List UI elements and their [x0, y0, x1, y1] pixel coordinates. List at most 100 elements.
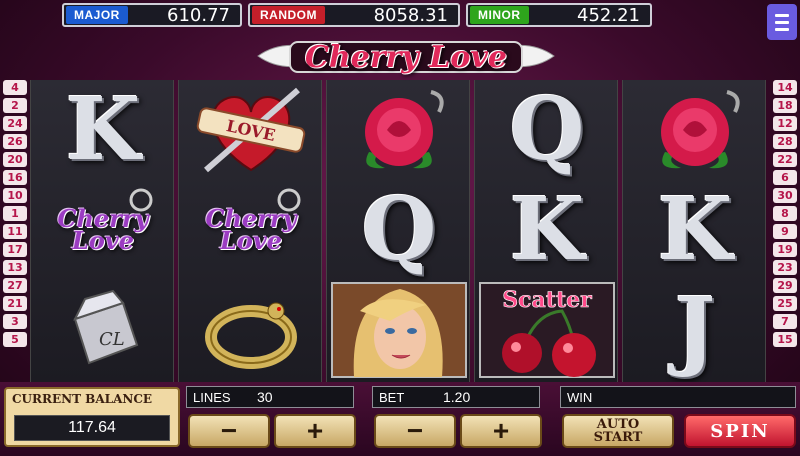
- symbol-j: J: [623, 280, 767, 380]
- reel-2: LOVE Cherry Love: [178, 80, 322, 382]
- card-letter: J: [674, 279, 716, 380]
- logo-text: Cherry Love: [305, 39, 507, 75]
- line-marker[interactable]: 3: [3, 314, 27, 329]
- line-marker[interactable]: 11: [3, 224, 27, 239]
- symbol-scatter: Scatter: [475, 280, 619, 380]
- line-marker[interactable]: 27: [3, 278, 27, 293]
- hamburger-menu-icon[interactable]: [767, 4, 797, 40]
- line-marker[interactable]: 24: [3, 116, 27, 131]
- line-marker[interactable]: 21: [3, 296, 27, 311]
- symbol-cherry-love-keychain: Cherry Love: [31, 180, 175, 280]
- balance-label: CURRENT BALANCE: [12, 392, 153, 406]
- line-marker[interactable]: 9: [773, 224, 797, 239]
- line-marker[interactable]: 22: [773, 152, 797, 167]
- symbol-cherry-love-keychain: Cherry Love: [179, 180, 323, 280]
- bet-minus-button[interactable]: −: [374, 414, 456, 448]
- line-marker[interactable]: 4: [3, 80, 27, 95]
- rose-icon: [661, 90, 740, 169]
- line-marker[interactable]: 29: [773, 278, 797, 293]
- bet-plus-button[interactable]: +: [460, 414, 542, 448]
- bet-label: BET: [379, 389, 405, 405]
- line-marker[interactable]: 14: [773, 80, 797, 95]
- lines-display: LINES 30: [186, 386, 354, 408]
- line-marker[interactable]: 20: [3, 152, 27, 167]
- heart-dagger-icon: LOVE: [196, 87, 306, 173]
- line-marker[interactable]: 1: [3, 206, 27, 221]
- jackpot-major-label: MAJOR: [66, 6, 128, 24]
- lines-value: 30: [257, 389, 273, 405]
- reel-1: K Cherry Love CL: [30, 80, 174, 382]
- left-line-markers: 4 2 24 26 20 16 10 1 11 17 13 27 21 3 5: [3, 80, 27, 347]
- card-letter: Q: [509, 79, 585, 180]
- win-display: WIN: [560, 386, 796, 408]
- line-marker[interactable]: 16: [3, 170, 27, 185]
- symbol-q: Q: [327, 180, 471, 280]
- line-marker[interactable]: 17: [3, 242, 27, 257]
- keyring-icon: [129, 188, 153, 212]
- line-marker[interactable]: 15: [773, 332, 797, 347]
- symbol-k: K: [475, 180, 619, 280]
- lighter-mark: CL: [99, 329, 125, 350]
- symbol-rose: [327, 80, 471, 180]
- symbol-woman: [327, 280, 471, 380]
- line-marker[interactable]: 19: [773, 242, 797, 257]
- line-marker[interactable]: 30: [773, 188, 797, 203]
- symbol-heart-dagger: LOVE: [179, 80, 323, 180]
- card-letter: K: [65, 79, 141, 180]
- symbol-k: K: [623, 180, 767, 280]
- card-letter: Q: [361, 179, 437, 280]
- lines-minus-button[interactable]: −: [188, 414, 270, 448]
- reel-4: Q K Scatter: [474, 80, 618, 382]
- line-marker[interactable]: 6: [773, 170, 797, 185]
- lines-plus-button[interactable]: +: [274, 414, 356, 448]
- jackpot-random-label: RANDOM: [252, 6, 325, 24]
- win-label: WIN: [567, 389, 593, 405]
- line-marker[interactable]: 26: [3, 134, 27, 149]
- line-marker[interactable]: 8: [773, 206, 797, 221]
- card-letter: K: [657, 179, 733, 280]
- line-marker[interactable]: 25: [773, 296, 797, 311]
- scatter-label: Scatter: [502, 287, 592, 313]
- game-logo: Cherry Love: [250, 36, 562, 78]
- bet-display: BET 1.20: [372, 386, 540, 408]
- keychain-line2: Love: [71, 226, 135, 255]
- line-marker[interactable]: 10: [3, 188, 27, 203]
- spin-button[interactable]: SPIN: [684, 414, 796, 448]
- line-marker[interactable]: 23: [773, 260, 797, 275]
- auto-start-button[interactable]: AUTO START: [562, 414, 674, 448]
- symbol-rose: [623, 80, 767, 180]
- line-marker[interactable]: 28: [773, 134, 797, 149]
- line-marker[interactable]: 5: [3, 332, 27, 347]
- lines-label: LINES: [193, 389, 231, 405]
- jackpot-minor: MINOR 452.21: [466, 3, 652, 27]
- line-marker[interactable]: 7: [773, 314, 797, 329]
- jackpot-major-value: 610.77: [167, 4, 230, 26]
- line-marker[interactable]: 12: [773, 116, 797, 131]
- bet-value: 1.20: [443, 389, 471, 405]
- symbol-lighter: CL: [31, 280, 175, 380]
- snake-ring-icon: [205, 302, 297, 369]
- reel-3: Q: [326, 80, 470, 382]
- line-marker[interactable]: 18: [773, 98, 797, 113]
- start-label: START: [593, 430, 643, 445]
- card-letter: K: [509, 179, 585, 280]
- rose-icon: [365, 90, 444, 169]
- current-balance: CURRENT BALANCE 117.64: [4, 387, 180, 447]
- lighter-icon: CL: [73, 289, 139, 365]
- jackpot-random-value: 8058.31: [373, 4, 448, 26]
- reel-5: K J: [622, 80, 766, 382]
- right-line-markers: 14 18 12 28 22 6 30 8 9 19 23 29 25 7 15: [773, 80, 797, 347]
- jackpot-minor-value: 452.21: [577, 4, 640, 26]
- balance-value: 117.64: [14, 415, 170, 441]
- jackpot-random: RANDOM 8058.31: [248, 3, 460, 27]
- jackpot-minor-label: MINOR: [470, 6, 529, 24]
- keychain-line2: Love: [219, 226, 283, 255]
- line-marker[interactable]: 13: [3, 260, 27, 275]
- symbol-snake-ring: [179, 280, 323, 380]
- jackpot-major: MAJOR 610.77: [62, 3, 242, 27]
- symbol-q: Q: [475, 80, 619, 180]
- keyring-icon: [277, 188, 301, 212]
- woman-portrait-icon: [331, 282, 467, 378]
- line-marker[interactable]: 2: [3, 98, 27, 113]
- scatter-cherries-icon: Scatter: [479, 282, 615, 378]
